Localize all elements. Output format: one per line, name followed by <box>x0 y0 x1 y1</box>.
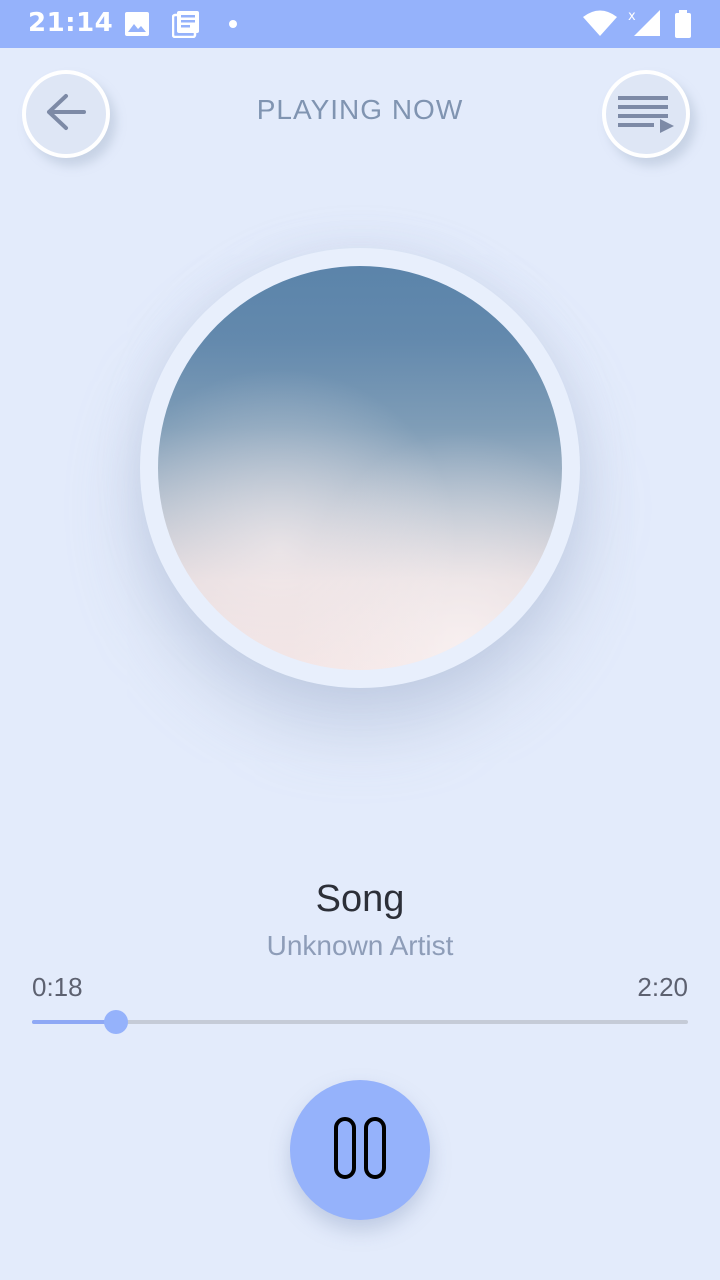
news-icon <box>171 10 200 42</box>
total-time: 2:20 <box>637 972 688 1002</box>
wifi-icon <box>582 10 618 42</box>
album-art-frame <box>140 248 580 688</box>
queue-button[interactable] <box>602 70 690 158</box>
now-playing-screen: 21:14 x PLAYING NOW Song Unknown Artist … <box>0 0 720 1280</box>
status-bar: 21:14 x <box>0 0 720 48</box>
queue-music-icon <box>616 90 676 138</box>
notification-dot-icon <box>229 20 237 28</box>
seek-bar-thumb[interactable] <box>104 1010 129 1034</box>
signal-icon: x <box>626 6 662 42</box>
pause-button[interactable] <box>290 1080 430 1220</box>
current-time: 0:18 <box>32 972 83 1002</box>
song-title: Song <box>315 878 405 920</box>
seek-bar[interactable] <box>32 1010 688 1034</box>
image-icon <box>124 11 150 41</box>
battery-icon <box>674 10 692 42</box>
status-time: 21:14 <box>28 8 114 38</box>
pause-icon <box>328 1116 392 1184</box>
svg-text:x: x <box>628 9 636 24</box>
artist-name: Unknown Artist <box>266 930 454 961</box>
album-art <box>158 266 562 670</box>
